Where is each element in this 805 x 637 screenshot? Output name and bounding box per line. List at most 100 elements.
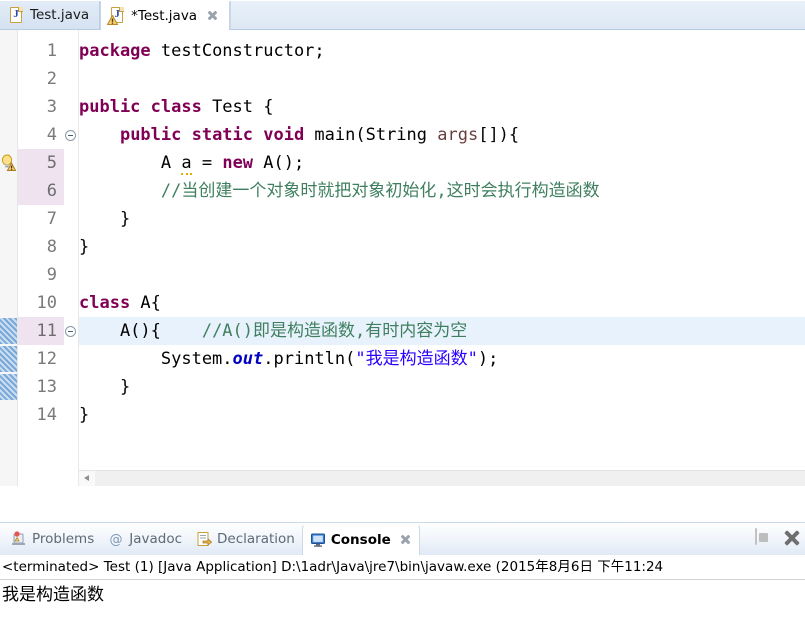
remove-launch-button[interactable] [783,529,801,547]
code-line[interactable] [79,65,805,93]
fold-cell-empty [64,93,78,121]
close-icon[interactable] [206,9,219,22]
code-token: } [79,377,131,397]
code-line[interactable]: //当创建一个对象时就把对象初始化,这时会执行构造函数 [79,177,805,205]
code-token: public static void [119,125,305,145]
code-line[interactable]: class A{ [79,289,805,317]
fold-collapse-icon[interactable] [64,121,78,149]
tab-label: Problems [32,531,95,547]
code-line[interactable]: A(){ //A()即是构造函数,有时内容为空 [79,317,805,345]
code-editor[interactable]: 1 2 3 4 5 6 7 8 9 10 11 12 13 14 package testConstruc… [0,30,805,486]
bottom-view-tab-bar: Problems @ Javadoc Declaration Console [0,522,805,555]
fold-cell-empty [64,37,78,65]
console-launch-header: <terminated> Test (1) [Java Application]… [2,559,664,575]
marker-cell-empty [0,65,17,93]
marker-cell-empty [0,121,17,149]
code-line[interactable] [79,261,805,289]
line-number-ruler: 1 2 3 4 5 6 7 8 9 10 11 12 13 14 [18,30,64,486]
fold-cell-empty [64,401,78,429]
code-line[interactable]: } [79,373,805,401]
occurrence-marker[interactable] [0,373,17,401]
marker-gutter[interactable] [0,30,18,486]
stop-square-icon [755,528,757,545]
code-token: } [79,209,131,229]
fold-collapse-icon[interactable] [64,317,78,345]
code-token: System. [79,349,233,369]
editor-tab-test-java-dirty[interactable]: J *Test.java [100,1,231,30]
editor-tab-test-java[interactable]: J Test.java [0,1,101,29]
tab-declaration[interactable]: Declaration [189,524,302,554]
tab-label: Console [330,531,391,548]
line-number: 1 [46,41,57,61]
line-number: 8 [46,237,57,257]
tab-label: Javadoc [129,531,183,547]
code-line[interactable]: } [79,401,805,429]
scroll-left-arrow-icon[interactable] [79,471,95,486]
editor-tab-label: Test.java [30,7,90,23]
code-token: A [79,153,182,173]
console-output-text: 我是构造函数 [2,585,104,605]
marker-cell-empty [0,205,17,233]
marker-cell-empty [0,289,17,317]
svg-text:@: @ [110,533,123,548]
console-icon [310,532,326,548]
tab-console[interactable]: Console [301,523,420,555]
code-token: package [79,41,151,61]
quickfix-warning-icon[interactable] [0,149,17,177]
fold-minus-icon[interactable] [65,326,76,337]
line-number: 12 [36,349,57,369]
tab-javadoc[interactable]: @ Javadoc [101,524,189,554]
line-number: 6 [18,177,64,205]
fold-cell-empty [64,233,78,261]
code-line[interactable]: A a = new A(); [79,149,805,177]
tab-problems[interactable]: Problems [4,524,101,554]
code-token: A{ [130,293,161,313]
occurrence-stripe [0,346,17,372]
line-number: 14 [36,405,57,425]
source-code-text[interactable]: package testConstructor; public class Tes… [79,30,805,486]
marker-cell-empty [0,177,17,205]
code-token: Test { [201,97,274,117]
marker-cell-empty [0,233,17,261]
code-token: main(String [304,125,438,145]
problems-icon [11,531,27,547]
fold-cell-empty [64,177,78,205]
fold-cell-empty [64,261,78,289]
occurrence-marker[interactable] [0,317,17,345]
code-token: "我是构造函数" [355,349,478,369]
line-number: 9 [46,265,57,285]
editor-tab-bar: J Test.java J *Test.java [0,0,805,30]
terminate-button[interactable] [755,528,773,547]
marker-cell-empty [0,37,17,65]
close-icon[interactable] [399,533,412,546]
code-token: class [79,293,131,313]
code-token: testConstructor; [150,41,325,61]
console-toolbar [755,528,801,547]
code-line[interactable]: } [79,233,805,261]
occurrence-marker[interactable] [0,345,17,373]
fold-cell-empty [64,345,78,373]
code-line[interactable]: } [79,205,805,233]
fold-cell-empty [64,289,78,317]
code-token: new [222,153,254,173]
line-number: 10 [36,293,57,313]
code-token: = [191,153,223,173]
lightbulb-warning-icon[interactable] [1,154,17,171]
fold-cell-empty [64,373,78,401]
line-number: 7 [46,209,57,229]
code-line[interactable]: package testConstructor; [79,37,805,65]
line-number: 5 [18,149,64,177]
code-line[interactable]: System.out.println("我是构造函数"); [79,345,805,373]
console-output-area[interactable]: <terminated> Test (1) [Java Application]… [0,555,805,637]
code-token: .println( [263,349,356,369]
code-line[interactable]: public static void main(String args[]){ [79,121,805,149]
editor-horizontal-scrollbar[interactable] [79,470,805,486]
fold-minus-icon[interactable] [65,130,76,141]
folding-ruler[interactable] [64,30,79,486]
code-line[interactable]: public class Test { [79,93,805,121]
line-number: 11 [18,317,64,345]
code-token: args [437,125,479,145]
javadoc-at-icon: @ [108,531,124,548]
marker-cell-empty [0,261,17,289]
